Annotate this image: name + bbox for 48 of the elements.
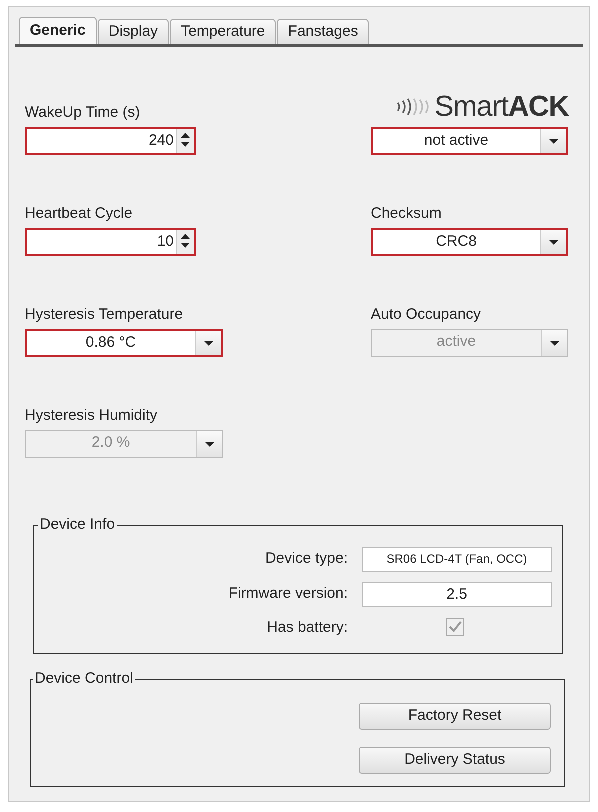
- down-arrow-icon: [181, 142, 190, 147]
- field-value: not active: [423, 131, 490, 151]
- tab[interactable]: Display: [98, 19, 170, 44]
- field-label: Heartbeat Cycle: [25, 204, 133, 224]
- tab[interactable]: Temperature: [170, 19, 276, 44]
- number-spinner[interactable]: 240: [25, 127, 196, 155]
- dropdown-button[interactable]: [195, 331, 221, 355]
- up-arrow-icon: [181, 234, 190, 239]
- group-title: Device Info: [39, 515, 116, 535]
- field-label: Checksum: [371, 204, 442, 224]
- dropdown[interactable]: CRC8: [371, 228, 568, 256]
- field-label: Firmware version:: [228, 584, 348, 604]
- checkmark-icon: [448, 621, 462, 632]
- field-value: 0.86 °C: [84, 333, 138, 353]
- field-value: 240: [148, 131, 175, 151]
- field-label: Hysteresis Humidity: [25, 406, 158, 426]
- field-label: Device type:: [264, 548, 348, 569]
- group-title: Device Control: [34, 669, 134, 689]
- logo-text: SmartACK: [434, 92, 569, 122]
- field-value: 2.0 %: [90, 433, 132, 453]
- field-label: Has battery:: [266, 618, 348, 638]
- action-button[interactable]: Factory Reset: [359, 702, 551, 730]
- field-label: Auto Occupancy: [371, 305, 482, 325]
- tab[interactable]: Fanstages: [277, 19, 370, 44]
- field-label: WakeUp Time (s): [25, 103, 140, 123]
- field-label: Hysteresis Temperature: [25, 305, 184, 325]
- number-spinner[interactable]: 10: [25, 228, 196, 256]
- field-value: 10: [156, 232, 175, 252]
- dropdown[interactable]: 0.86 °C: [25, 329, 223, 357]
- spinner-arrows[interactable]: [176, 230, 194, 254]
- caret-icon: [548, 240, 558, 244]
- field-value: active: [436, 332, 478, 352]
- caret-icon: [204, 442, 214, 446]
- dropdown-button[interactable]: [540, 129, 566, 153]
- action-button[interactable]: Delivery Status: [359, 746, 551, 774]
- tab[interactable]: Generic: [19, 17, 97, 44]
- dropdown-button[interactable]: [540, 230, 566, 254]
- caret-icon: [548, 138, 558, 144]
- text-field[interactable]: 2.5: [362, 582, 552, 606]
- caret-icon: [204, 340, 214, 346]
- signal-waves-icon: [396, 97, 432, 117]
- caret-icon: [550, 340, 560, 346]
- down-arrow-icon: [181, 243, 190, 248]
- up-arrow-icon: [181, 133, 190, 138]
- dropdown[interactable]: not active: [371, 127, 568, 155]
- text-field[interactable]: SR06 LCD-4T (Fan, OCC): [362, 546, 552, 572]
- spinner-arrows[interactable]: [176, 129, 194, 153]
- field-value: CRC8: [435, 232, 478, 252]
